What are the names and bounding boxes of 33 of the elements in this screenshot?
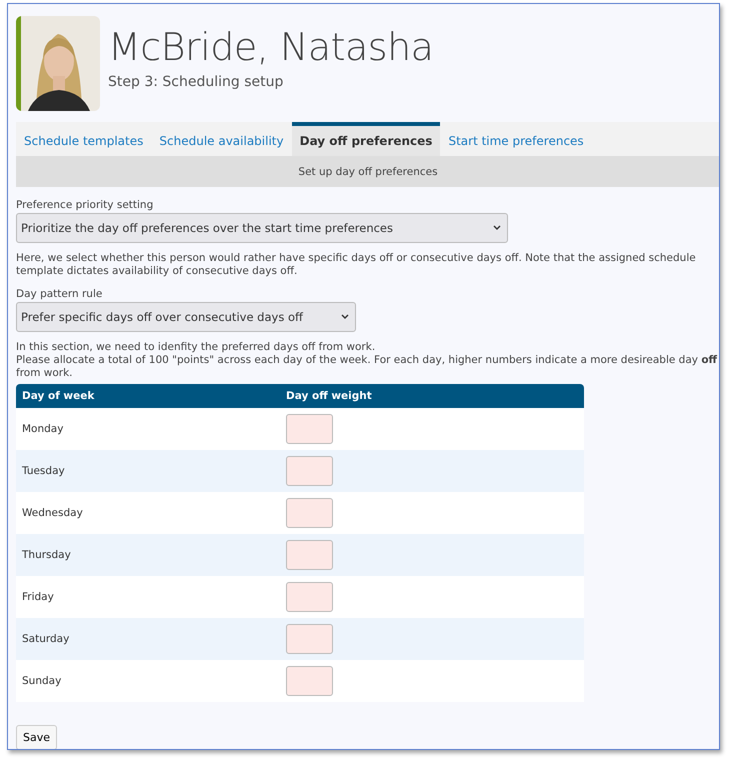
tab[interactable]: Schedule templates: [16, 122, 152, 156]
step-subtitle: Step 3: Scheduling setup: [108, 74, 284, 90]
help-text: Please allocate a total of 100 "points" across each day of the week. For each day, higher numbers indicate a more desireable day off from work.: [16, 354, 718, 380]
tab[interactable]: Start time preferences: [440, 122, 592, 156]
weight-input[interactable]: [286, 582, 333, 612]
column-header: Day of week: [21, 390, 96, 402]
chevron-icon: [493, 225, 501, 231]
weight-input[interactable]: [286, 540, 333, 570]
column-header: Day off weight: [285, 390, 373, 402]
save-button[interactable]: Save: [16, 725, 58, 749]
day-cell-text: Sunday: [21, 675, 62, 687]
day-cell-text: Monday: [21, 423, 64, 435]
weight-input[interactable]: [286, 666, 333, 696]
weight-input[interactable]: [286, 456, 333, 486]
tab[interactable]: Day off preferences: [292, 122, 440, 156]
field-label: Preference priority setting: [16, 199, 154, 211]
help-text: Here, we select whether this person would rather have specific days off or consecutive days off. Note that the assigned schedule template dictates availability of consecutive days off.: [16, 252, 697, 278]
weight-input[interactable]: [286, 498, 333, 528]
weight-input[interactable]: [286, 624, 333, 654]
day-cell-text: Thursday: [21, 549, 72, 561]
dropdown[interactable]: Prioritize the day off preferences over the start time preferences: [16, 213, 508, 243]
day-cell-text: Wednesday: [21, 507, 84, 519]
day-cell-text: Tuesday: [21, 465, 66, 477]
field-label: Day pattern rule: [16, 288, 104, 300]
chevron-icon: [341, 314, 349, 320]
day-cell-text: Friday: [21, 591, 55, 603]
day-cell-text: Saturday: [21, 633, 70, 645]
section-title: Set up day off preferences: [16, 156, 719, 187]
help-text: In this section, we need to idenfity the preferred days off from work.: [16, 341, 376, 354]
weight-input[interactable]: [286, 414, 333, 444]
person-name: McBride, Natasha: [108, 24, 434, 70]
dropdown[interactable]: Prefer specific days off over consecutive days off: [16, 302, 356, 332]
tab[interactable]: Schedule availability: [151, 122, 292, 156]
